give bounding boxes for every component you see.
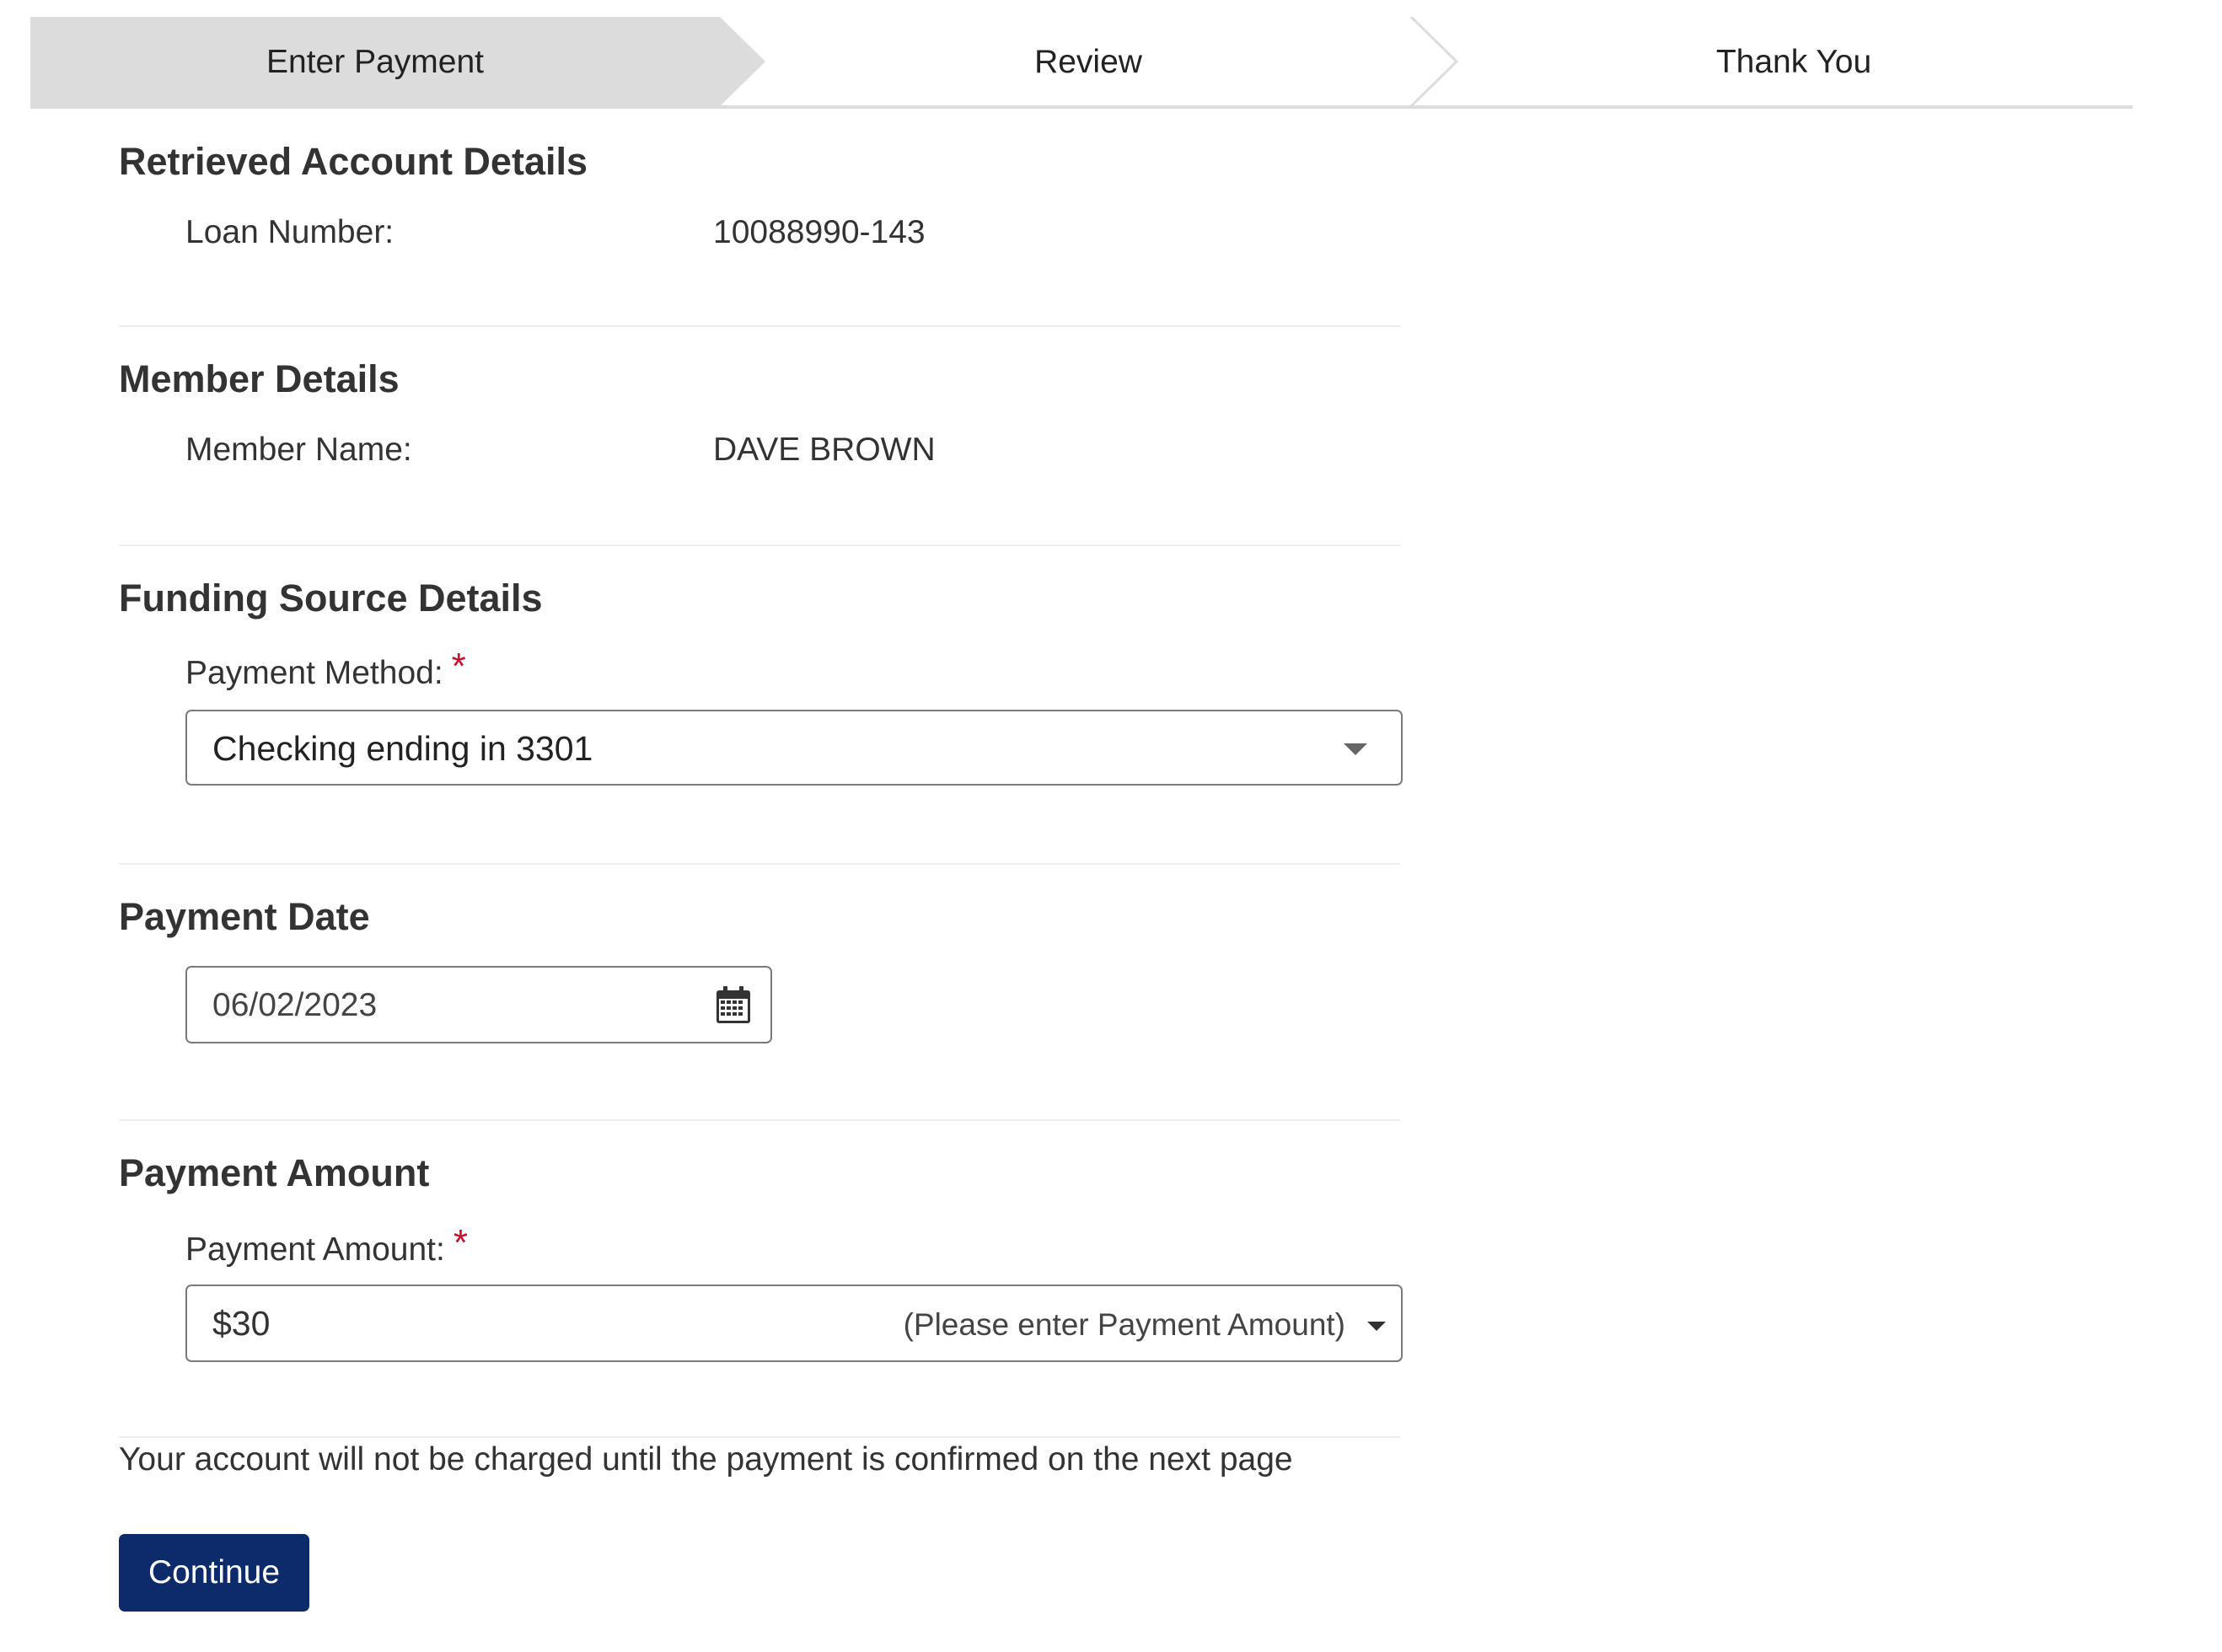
chevron-down-icon[interactable] bbox=[1367, 1322, 1386, 1331]
section-divider bbox=[119, 325, 1400, 327]
payment-amount-label: Payment Amount: * bbox=[185, 1222, 468, 1269]
section-divider bbox=[119, 544, 1400, 546]
payment-method-select[interactable]: Checking ending in 3301 bbox=[185, 710, 1403, 786]
loan-number-value: 10088990-143 bbox=[713, 214, 926, 250]
progress-stepper: Enter Payment Review Thank You bbox=[30, 17, 2133, 110]
payment-amount-hint: (Please enter Payment Amount) bbox=[903, 1307, 1345, 1342]
payment-amount-title: Payment Amount bbox=[119, 1151, 430, 1194]
member-details-title: Member Details bbox=[119, 357, 400, 400]
payment-method-selected-value: Checking ending in 3301 bbox=[212, 729, 593, 768]
payment-date-input[interactable]: 06/02/2023 bbox=[185, 966, 772, 1043]
charge-notice: Your account will not be charged until t… bbox=[119, 1441, 1293, 1478]
payment-amount-input[interactable]: $30 (Please enter Payment Amount) bbox=[185, 1285, 1403, 1362]
required-asterisk: * bbox=[453, 1222, 468, 1263]
payment-method-label: Payment Method: * bbox=[185, 646, 466, 693]
payment-amount-value: $30 bbox=[212, 1304, 271, 1343]
step-thank-you: Thank You bbox=[1715, 44, 1872, 80]
account-details-title: Retrieved Account Details bbox=[119, 140, 588, 183]
continue-button[interactable]: Continue bbox=[119, 1534, 309, 1612]
calendar-icon[interactable] bbox=[717, 986, 750, 1023]
loan-number-label: Loan Number: bbox=[185, 214, 394, 250]
chevron-down-icon bbox=[1344, 743, 1367, 755]
step-enter-payment: Enter Payment bbox=[266, 44, 484, 80]
required-asterisk: * bbox=[451, 646, 466, 687]
payment-date-title: Payment Date bbox=[119, 895, 370, 938]
funding-source-title: Funding Source Details bbox=[119, 577, 543, 620]
payment-date-value: 06/02/2023 bbox=[212, 987, 378, 1023]
payment-amount-label-text: Payment Amount: bbox=[185, 1231, 445, 1268]
section-divider bbox=[119, 863, 1400, 865]
member-name-label: Member Name: bbox=[185, 432, 412, 468]
section-divider bbox=[119, 1436, 1400, 1438]
section-divider bbox=[119, 1119, 1400, 1121]
payment-method-label-text: Payment Method: bbox=[185, 655, 443, 691]
step-chevron-separator bbox=[1409, 17, 1459, 108]
member-name-value: DAVE BROWN bbox=[713, 432, 936, 468]
step-review: Review bbox=[1034, 44, 1142, 80]
